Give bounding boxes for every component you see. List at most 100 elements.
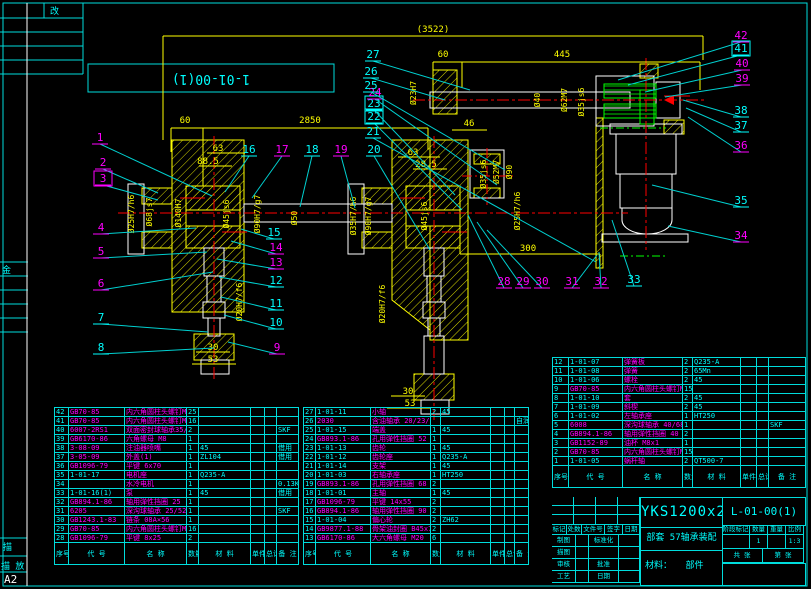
callout-number: 17 [275,143,288,156]
header-cell: 数量 [431,542,441,565]
margin-revision-note: 改 [50,7,60,17]
header-cell: 名 称 [371,542,431,565]
parts-table-header: 序号代 号名 称数量材 料单件总计备 注 [553,465,806,488]
callout-number: 5 [98,245,105,258]
coupling-green-parts [600,83,668,257]
signature-cell [552,515,574,525]
signature-cell: 制图 [552,535,576,547]
signature-row: 描图 [552,547,641,559]
callout-number: 30 [535,275,548,288]
callout-number: 14 [269,241,283,254]
callout-number: 28 [497,275,510,288]
header-cell: 序号 [304,542,316,565]
stamp-cell: 数量 [750,525,768,535]
header-cell: 序号 [553,465,569,488]
diameter-label: Ø68js7 [144,197,154,226]
signature-cell [618,515,640,525]
diameter-label: Ø35js6 [576,87,586,116]
leader-line [486,229,543,289]
drawing-number: L-01-00(1) [722,497,806,526]
stamp-cell: 1 [750,535,768,549]
header-cell: 数量 [683,465,693,488]
margin-bottom-note2: 描 放 [1,562,25,571]
signature-cell: 工艺 [552,571,576,583]
signature-cell [574,515,596,525]
header-cell: 总计 [757,465,769,488]
dimension-text: 2850 [299,116,321,126]
signature-row: 审核 批准 [552,559,641,571]
leader-line [223,314,277,330]
signature-cell [596,506,618,515]
signature-row [552,497,641,506]
dimension-text: 60 [180,116,191,126]
callout-number: 31 [565,275,578,288]
dimension-text: 53 [208,355,219,365]
callout-number: 26 [364,65,377,78]
signature-cell [576,547,589,559]
signature-cell: 标记 [552,525,567,535]
callout-number: 29 [516,275,529,288]
callout-number: 20 [367,143,380,156]
callout-number: 18 [305,143,318,156]
signature-row: 制图 标准化 [552,535,641,547]
signature-cell: 文件号 [582,525,605,535]
signature-cell [576,535,589,547]
margin-mid-note: 金 [2,266,12,275]
leader-line [644,69,743,93]
parts-table-right: 12 1-01-07 弹簧板 2 Q235-A 11 1-01-08 弹簧 2 65Mn 10 1-0… [552,357,806,488]
signature-cell [574,497,596,506]
stamp-cell [768,535,786,549]
header-cell: 单件 [491,542,505,565]
header-cell: 代 号 [316,542,371,565]
material-value: 部件 [685,561,704,571]
diameter-label: Ø40 [532,93,542,108]
callout-number: 10 [269,316,282,329]
callout-number: 34 [734,229,748,242]
header-cell: 材 料 [693,465,741,488]
signature-cell: 标准化 [589,535,619,547]
signature-row [552,506,641,515]
signature-cell: 处数 [567,525,582,535]
diameter-label: Ø45js6 [221,199,231,228]
header-cell: 序号 [55,542,69,565]
diameter-label: Ø90H7/g7 [363,197,373,236]
dimension-text: 46 [464,119,475,129]
signature-cell [574,506,596,515]
callout-number: 12 [269,274,282,287]
signature-row [552,515,641,525]
signature-cell [596,515,618,525]
signature-cell [576,559,589,571]
leader-line [685,107,742,133]
callout-number: 19 [334,143,347,156]
signature-cell: 描图 [552,547,576,559]
product-model: YKS1200x2400A [640,497,723,528]
header-cell: 数量 [187,542,199,565]
stamp-cell: 重量 [768,525,786,535]
parts-table-middle: 271-01-11小轴245262030含油轴承 20/23/30自润251-0… [303,407,529,565]
signature-cell [618,497,640,506]
stamp-cell: 1:3 [786,535,804,549]
stamp-cell [722,535,750,549]
signature-cell [619,547,640,559]
stamp-grid: 阶段标记 数量 重量 比例 1 1:3 共 张第 张 [722,525,806,563]
cad-drawing-sheet: (3522)604456028506388.56328.546300305330… [0,0,811,589]
callout-number: 6 [98,277,105,290]
leader-line [682,99,742,118]
material-row: 材料： 部件 [640,550,723,586]
callout-number: 9 [274,341,281,354]
leader-line [100,323,209,333]
stamp-cell: 比例 [786,525,804,535]
signature-cell: 批准 [589,559,619,571]
callout-number: 8 [98,341,105,354]
callout-number: 33 [627,273,640,286]
callout-number: 13 [269,256,282,269]
diameter-label: Ø52M7 [491,160,501,184]
material-label: 材料： [645,561,673,571]
stamp-cell: 阶段标记 [722,525,750,535]
header-cell: 名 称 [125,542,187,565]
sheet-count-row: 共 张第 张 [722,549,806,563]
signature-cell: 审核 [552,559,576,571]
dimension-text: 88.5 [197,157,219,167]
callout-number: 4 [98,221,105,234]
signature-cell [619,559,640,571]
